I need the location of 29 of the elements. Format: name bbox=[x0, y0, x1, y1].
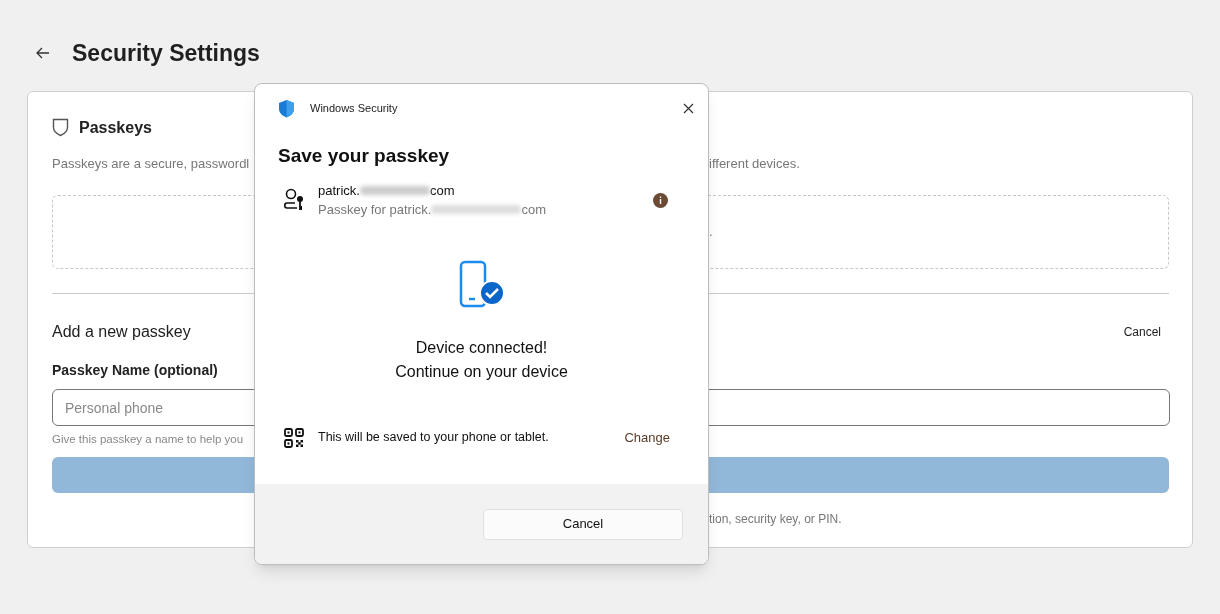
shield-icon bbox=[52, 118, 69, 137]
footnote-text: tion, security key, or PIN. bbox=[709, 511, 842, 529]
shield-icon bbox=[278, 98, 295, 118]
page-title: Security Settings bbox=[72, 39, 260, 68]
hint-text: Give this passkey a name to help you bbox=[52, 432, 244, 447]
back-arrow-icon[interactable] bbox=[36, 47, 50, 60]
cancel-button[interactable]: Cancel bbox=[483, 508, 683, 540]
info-icon[interactable] bbox=[653, 192, 668, 208]
account-detail: com bbox=[521, 201, 546, 219]
description-text: ifferent devices. bbox=[709, 154, 800, 173]
section-heading: Add a new passkey bbox=[52, 322, 191, 342]
account-name: com bbox=[429, 181, 455, 200]
account-detail: Passkey for patrick. bbox=[318, 201, 432, 219]
change-link[interactable]: Change bbox=[624, 427, 670, 448]
person-key-icon bbox=[282, 187, 306, 213]
status-text: Continue on your device bbox=[395, 361, 568, 382]
dialog-title: Save your passkey bbox=[277, 144, 451, 168]
section-heading: Passkeys bbox=[79, 117, 152, 138]
account-name: patrick. bbox=[318, 181, 360, 200]
qr-code-icon bbox=[284, 427, 304, 448]
description-text: Passkeys are a secure, passwordl bbox=[52, 155, 250, 171]
empty-text: . bbox=[709, 223, 713, 242]
cancel-link[interactable]: Cancel bbox=[1123, 323, 1161, 341]
field-label: Passkey Name (optional) bbox=[52, 361, 218, 380]
destination-text: This will be saved to your phone or tablet. bbox=[318, 429, 550, 447]
window-title: Windows Security bbox=[310, 100, 398, 116]
redaction-blur bbox=[359, 185, 430, 195]
close-icon[interactable] bbox=[683, 102, 694, 114]
status-text: Device connected! bbox=[415, 337, 548, 358]
